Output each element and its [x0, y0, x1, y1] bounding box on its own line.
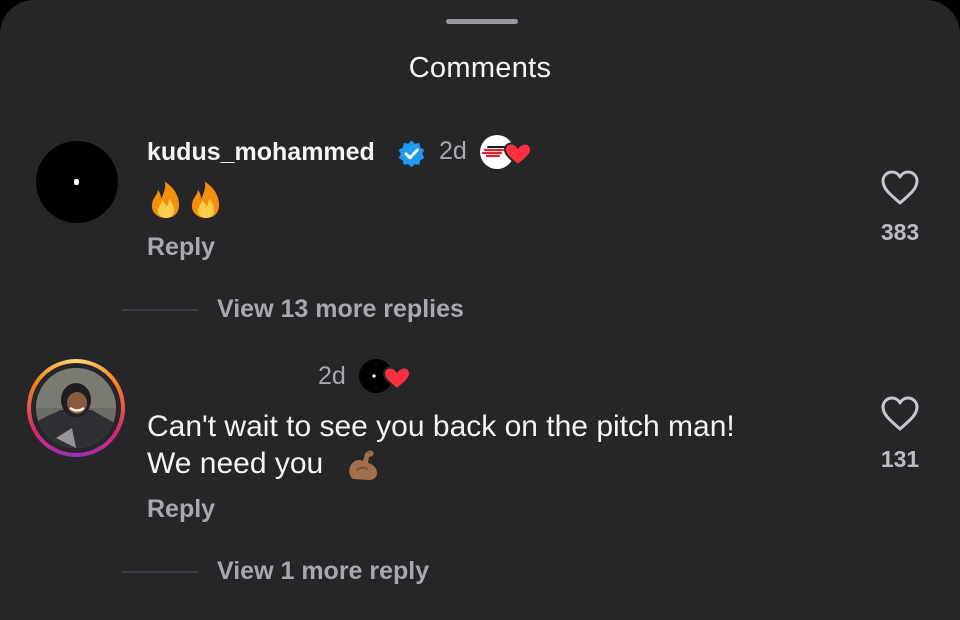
flexed-biceps-emoji	[349, 450, 377, 480]
avatar-photo	[36, 368, 116, 448]
page-title: Comments	[408, 52, 552, 84]
comment-time: 2d	[318, 362, 346, 390]
reply-button[interactable]: Reply	[147, 495, 215, 524]
comment-time: 2d	[439, 137, 467, 165]
like-count: 131	[880, 446, 920, 472]
heart-outline-icon[interactable]	[880, 168, 920, 208]
fire-emoji	[147, 180, 227, 228]
comments-sheet: Comments kudus_mohammed 2d Reply 383 Vie…	[0, 0, 960, 620]
reply-button[interactable]: Reply	[147, 233, 215, 262]
comment-username[interactable]: kudus_mohammed	[147, 138, 375, 167]
story-ring[interactable]	[27, 359, 125, 457]
like-count: 383	[880, 219, 920, 245]
creator-liked-heart-icon	[480, 135, 532, 169]
avatar-image	[74, 179, 79, 185]
replies-divider	[122, 571, 198, 573]
creator-liked-heart-icon	[359, 359, 411, 393]
view-replies-button[interactable]: View 13 more replies	[217, 295, 464, 324]
comment-text-line2: We need you	[147, 447, 324, 480]
verified-badge-icon	[398, 140, 425, 168]
comment-text-line1: Can't wait to see you back on the pitch …	[147, 410, 735, 443]
view-replies-button[interactable]: View 1 more reply	[217, 557, 429, 586]
avatar[interactable]	[36, 368, 116, 448]
heart-outline-icon[interactable]	[880, 394, 920, 434]
avatar[interactable]	[36, 141, 118, 223]
drag-handle[interactable]	[446, 19, 518, 24]
replies-divider	[122, 309, 198, 311]
avatar-ring-gap	[31, 363, 121, 453]
